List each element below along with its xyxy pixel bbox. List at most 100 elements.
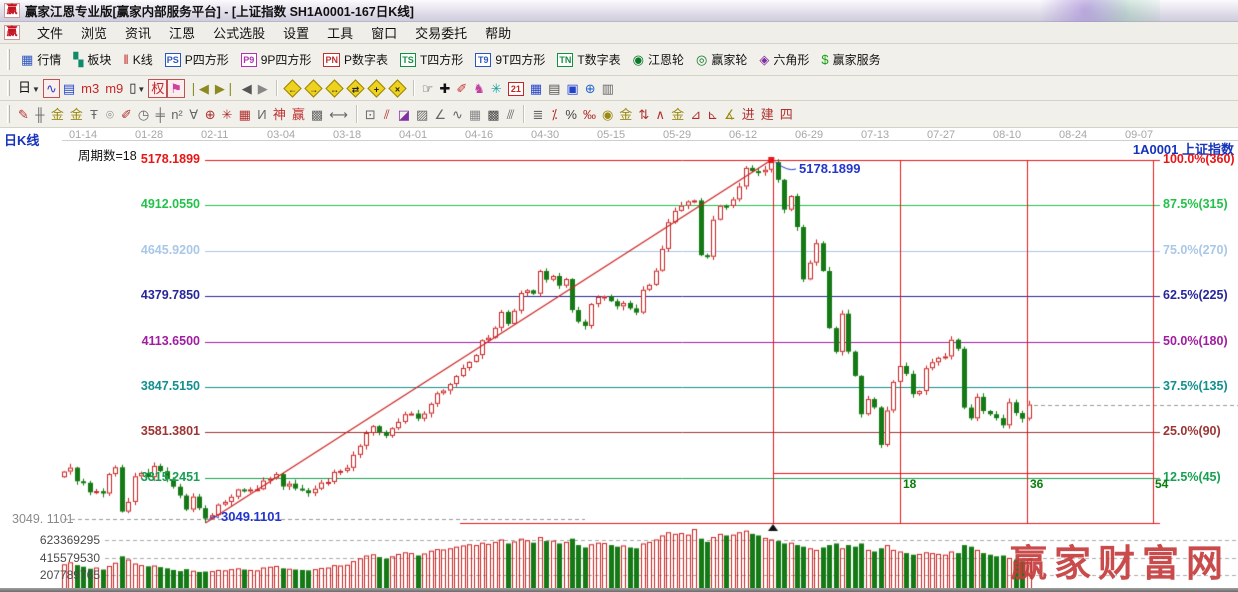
period-day-icon[interactable]: 日▼ bbox=[15, 78, 43, 99]
jian-char-icon[interactable]: 建 bbox=[758, 105, 777, 124]
width-arrow-icon[interactable]: ⟷ bbox=[326, 105, 351, 124]
candle-style-icon[interactable]: ▯▼ bbox=[126, 78, 148, 99]
toolbar-grip[interactable] bbox=[7, 48, 10, 71]
spiral-icon[interactable]: ⌾ bbox=[102, 105, 118, 124]
j-angle-icon[interactable]: ⊿ bbox=[687, 105, 704, 124]
titlebar[interactable]: 赢 赢家江恩专业版[赢家内部服务平台] - [上证指数 SH1A0001-167… bbox=[0, 0, 1238, 22]
gold-angle-icon[interactable]: 金 bbox=[668, 105, 687, 124]
prev-bar-icon[interactable]: ◀ bbox=[239, 79, 255, 98]
toolbar-button-sector[interactable]: ▚ 板块 bbox=[67, 48, 117, 71]
app-menu-icon[interactable]: 赢 bbox=[4, 25, 20, 40]
toolbar-button-t9-square[interactable]: T9 9T四方形 bbox=[469, 48, 551, 71]
mirror-a-icon[interactable]: ∀ bbox=[186, 105, 202, 124]
gold-box-icon[interactable]: 金 bbox=[67, 105, 86, 124]
toolbar-button-gann-wheel[interactable]: ◉ 江恩轮 bbox=[627, 48, 690, 71]
box-tool-icon[interactable]: ⊡ bbox=[362, 105, 379, 124]
percent-slash-icon[interactable]: ⁒ bbox=[546, 105, 562, 124]
shen-icon[interactable]: 神 bbox=[270, 105, 289, 124]
calendar-21-icon[interactable]: 21 bbox=[505, 78, 527, 98]
calculator-icon[interactable]: ▦ bbox=[527, 79, 545, 98]
angle-line-icon[interactable]: ∠ bbox=[431, 105, 449, 124]
n2-icon[interactable]: n² bbox=[168, 105, 186, 124]
last-page-icon[interactable]: ▶❘ bbox=[212, 79, 239, 98]
grid-dark-icon[interactable]: ▩ bbox=[484, 105, 502, 124]
starburst-icon[interactable]: ✳ bbox=[219, 105, 236, 124]
toolbar-button-winner-wheel[interactable]: ◎ 赢家轮 bbox=[690, 48, 753, 71]
menu-item-8[interactable]: 窗口 bbox=[362, 21, 406, 44]
toolbar-button-quote[interactable]: ▦ 行情 bbox=[15, 48, 67, 71]
shaded-box-icon[interactable]: ◪ bbox=[395, 105, 413, 124]
toolbar-button-p9-square[interactable]: P9 9P四方形 bbox=[235, 48, 318, 71]
info-board-icon[interactable]: ▤ bbox=[60, 79, 78, 98]
menu-item-5[interactable]: 公式选股 bbox=[204, 21, 274, 44]
next-bar-icon[interactable]: ▶ bbox=[255, 79, 271, 98]
brush2-icon[interactable]: ✐ bbox=[118, 105, 135, 124]
grid-target-icon[interactable]: ▦ bbox=[236, 105, 254, 124]
toolbar-button-kline[interactable]: ‖ K线 bbox=[117, 48, 158, 71]
menu-item-2[interactable]: 浏览 bbox=[72, 21, 116, 44]
f-angle-icon[interactable]: ⊾ bbox=[704, 105, 721, 124]
drag-hand-icon[interactable]: ☞ bbox=[419, 79, 437, 98]
mark-pen-icon[interactable]: ✐ bbox=[453, 79, 470, 98]
save-icon[interactable]: ▣ bbox=[563, 79, 581, 98]
menu-item-7[interactable]: 工具 bbox=[318, 21, 362, 44]
slash-lines-icon[interactable]: ⫻ bbox=[502, 105, 518, 124]
zoom-right-icon[interactable]: → bbox=[304, 78, 323, 98]
zoom-fit-icon[interactable]: ↔ bbox=[325, 78, 344, 98]
hatch-box-icon[interactable]: ▨ bbox=[413, 105, 431, 124]
knight-icon[interactable]: ♞ bbox=[470, 79, 488, 98]
toolbar-button-ps-square[interactable]: PS P四方形 bbox=[159, 48, 235, 71]
compress-icon[interactable]: ⇄ bbox=[346, 78, 365, 98]
toolbar-button-winner-service[interactable]: $ 赢家服务 bbox=[815, 48, 886, 71]
toolbar-button-hexagon[interactable]: ◈ 六角形 bbox=[753, 48, 815, 71]
gold-line-icon[interactable]: 金 bbox=[616, 105, 635, 124]
brush-icon[interactable]: ✎ bbox=[15, 105, 32, 124]
toolbar-button-pn-table[interactable]: PN P数字表 bbox=[317, 48, 394, 71]
circle-cross-icon[interactable]: ⊕ bbox=[202, 105, 219, 124]
expand-icon[interactable]: + bbox=[367, 78, 386, 98]
wave-mark-icon[interactable]: И bbox=[254, 105, 270, 124]
menu-item-9[interactable]: 交易委托 bbox=[406, 21, 476, 44]
print-icon[interactable]: ▥ bbox=[599, 79, 617, 98]
toolbar-button-ts-square[interactable]: TS T四方形 bbox=[394, 48, 469, 71]
web-icon[interactable]: ⊕ bbox=[582, 79, 599, 98]
jin-char-icon[interactable]: 进 bbox=[739, 105, 758, 124]
menu-item-10[interactable]: 帮助 bbox=[476, 21, 520, 44]
gold-circle-icon[interactable]: ◉ bbox=[599, 105, 616, 124]
percent-icon[interactable]: % bbox=[562, 105, 580, 124]
restore-rights-icon[interactable]: 权 bbox=[148, 78, 168, 98]
ying-icon[interactable]: 赢 bbox=[289, 105, 308, 124]
permille-icon[interactable]: ‰ bbox=[580, 105, 599, 124]
ma9-icon[interactable]: m9 bbox=[102, 79, 126, 98]
arrow-pen-icon[interactable]: ⇅ bbox=[635, 105, 652, 124]
toolbar-grip[interactable] bbox=[7, 104, 10, 124]
grid-red-icon[interactable]: ▦ bbox=[466, 105, 484, 124]
clock-circle-icon[interactable]: ◷ bbox=[135, 105, 152, 124]
wave-angle-icon[interactable]: ∧ bbox=[652, 105, 668, 124]
zigzag-icon[interactable]: ∿ bbox=[449, 105, 466, 124]
toolbar-grip[interactable] bbox=[7, 79, 10, 97]
toolbar-button-tn-table[interactable]: TN T数字表 bbox=[551, 48, 626, 71]
menu-item-3[interactable]: 资讯 bbox=[116, 21, 160, 44]
si-char-icon[interactable]: 四 bbox=[777, 105, 796, 124]
ruler-grid-icon[interactable]: ╪ bbox=[152, 105, 168, 124]
menu-item-6[interactable]: 设置 bbox=[274, 21, 318, 44]
ma3-icon[interactable]: m3 bbox=[78, 79, 102, 98]
notes-icon[interactable]: ▤ bbox=[545, 79, 563, 98]
crosshair-icon[interactable]: ✚ bbox=[436, 79, 453, 98]
fan-lines-icon[interactable]: ⫽ bbox=[379, 105, 395, 124]
reset-view-icon[interactable]: × bbox=[388, 78, 407, 98]
first-page-icon[interactable]: ❘◀ bbox=[185, 79, 212, 98]
menu-item-4[interactable]: 江恩 bbox=[160, 21, 204, 44]
e-angle-icon[interactable]: ∡ bbox=[721, 105, 739, 124]
flag-icon[interactable]: ⚑ bbox=[167, 78, 186, 98]
trend-net-icon[interactable]: ∿ bbox=[42, 78, 60, 98]
price-grid-icon[interactable]: ▩ bbox=[308, 105, 326, 124]
zoom-left-icon[interactable]: ← bbox=[283, 78, 302, 98]
menu-item-1[interactable]: 文件 bbox=[28, 21, 72, 44]
gold-section-icon[interactable]: 金 bbox=[48, 105, 67, 124]
grid-line-icon[interactable]: ╫ bbox=[32, 105, 48, 124]
scale-list-icon[interactable]: ≣ bbox=[529, 105, 546, 124]
mind-icon[interactable]: ✳ bbox=[488, 79, 505, 98]
f-ruler-icon[interactable]: Ŧ bbox=[86, 105, 102, 124]
